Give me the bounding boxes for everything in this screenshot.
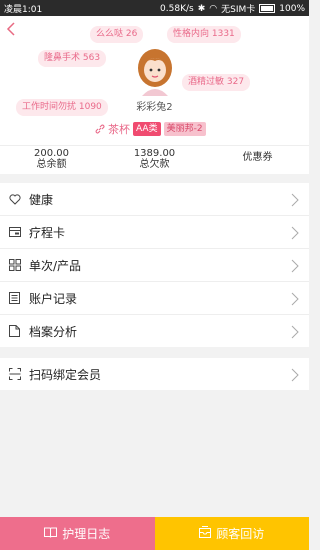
chevron-right-icon	[289, 258, 301, 273]
document-icon	[8, 325, 21, 338]
linked-name[interactable]: 茶杯	[108, 121, 130, 137]
chevron-right-icon	[289, 291, 301, 306]
balance-label: 总余额	[36, 159, 67, 170]
profile-header: 么么哒 26 性格内向 1331 隆鼻手术 563 酒精过敏 327 工作时间勿…	[0, 16, 309, 145]
status-time: 凌晨1:01	[4, 5, 43, 15]
menu-item-scan-bind[interactable]: 扫码绑定会员	[0, 358, 309, 390]
debt-value: 1389.00	[133, 148, 176, 159]
back-icon[interactable]	[6, 22, 16, 40]
chevron-right-icon	[289, 225, 301, 240]
list-icon	[8, 292, 21, 305]
battery-icon	[259, 4, 276, 13]
menu-item-course-card[interactable]: 疗程卡	[0, 216, 309, 249]
menu-label-scan-bind: 扫码绑定会员	[29, 367, 102, 382]
customer-visit-button[interactable]: 顾客回访	[154, 517, 309, 550]
group-badge: 美丽邦-2	[163, 121, 206, 136]
badge-row: 茶杯 AA类 美丽邦-2	[95, 119, 206, 138]
avatar[interactable]	[134, 48, 176, 96]
stats-bar: 200.00 总余额 1389.00 总欠款 优惠券	[0, 145, 309, 174]
book-icon	[44, 527, 58, 541]
menu-item-health[interactable]: 健康	[0, 183, 309, 216]
scan-section: 扫码绑定会员	[0, 358, 309, 390]
chevron-right-icon	[289, 367, 301, 382]
battery-level: 100%	[279, 3, 305, 14]
tag-4[interactable]: 酒精过敏 327	[182, 74, 251, 91]
bottom-bar: 护理日志 顾客回访	[0, 517, 309, 550]
menu-label-file-analysis: 档案分析	[29, 324, 78, 339]
tag-3[interactable]: 隆鼻手术 563	[38, 50, 107, 67]
menu-item-products[interactable]: 单次/产品	[0, 249, 309, 282]
balance-value: 200.00	[34, 148, 69, 159]
tag-2[interactable]: 性格内向 1331	[167, 26, 241, 43]
scan-icon	[8, 368, 21, 381]
care-log-button[interactable]: 护理日志	[0, 517, 155, 550]
menu-item-account-records[interactable]: 账户记录	[0, 282, 309, 315]
menu-label-products: 单次/产品	[29, 258, 82, 273]
inbox-icon	[199, 526, 212, 541]
network-speed: 0.58K/s	[160, 3, 194, 14]
sim-status: 无SIM卡	[221, 5, 256, 15]
menu-label-health: 健康	[29, 192, 54, 207]
tag-1[interactable]: 么么哒 26	[90, 26, 144, 43]
menu-item-file-analysis[interactable]: 档案分析	[0, 315, 309, 347]
stat-debt[interactable]: 1389.00 总欠款	[103, 146, 206, 174]
bluetooth-icon: ✱	[197, 3, 206, 14]
customer-visit-label: 顾客回访	[216, 527, 265, 541]
heart-icon	[8, 193, 21, 206]
wifi-icon: ◠	[209, 3, 218, 14]
stat-coupon[interactable]: 优惠券	[206, 146, 309, 174]
grid-icon	[8, 259, 21, 272]
status-right: 0.58K/s ✱ ◠ 无SIM卡 100%	[160, 2, 305, 16]
level-badge: AA类	[133, 121, 161, 136]
link-icon	[95, 119, 105, 138]
coupon-label: 优惠券	[242, 152, 273, 163]
chevron-right-icon	[289, 192, 301, 207]
menu-label-account-records: 账户记录	[29, 291, 78, 306]
menu-list: 健康 疗程卡 单次/产品 账户记录 档案分析	[0, 183, 309, 347]
card-icon	[8, 226, 21, 239]
chevron-right-icon	[289, 324, 301, 339]
user-name: 彩彩兔2	[136, 102, 173, 113]
stat-balance[interactable]: 200.00 总余额	[0, 146, 103, 174]
care-log-label: 护理日志	[62, 527, 111, 541]
status-bar: 凌晨1:01 0.58K/s ✱ ◠ 无SIM卡 100%	[0, 0, 309, 16]
menu-label-course-card: 疗程卡	[29, 225, 66, 240]
debt-label: 总欠款	[139, 159, 170, 170]
